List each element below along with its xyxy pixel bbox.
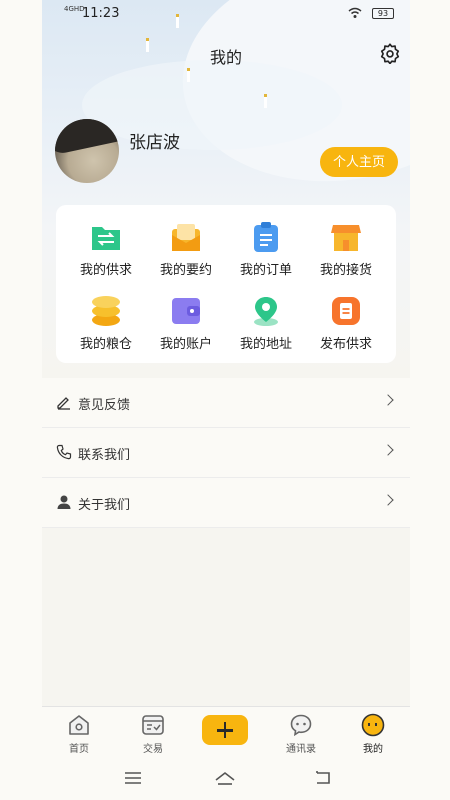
- chevron-right-icon: [382, 394, 394, 406]
- settings-gear-icon[interactable]: [379, 42, 401, 64]
- grid-item-my-granary[interactable]: 我的粮仓: [66, 287, 146, 357]
- list-item-about-us[interactable]: 关于我们: [42, 478, 410, 528]
- list-item-feedback[interactable]: 意见反馈: [42, 378, 410, 428]
- avatar[interactable]: [55, 119, 119, 183]
- tab-contacts[interactable]: 通讯录: [266, 707, 336, 757]
- tab-label: 我的: [363, 744, 383, 755]
- list-item-label: 联系我们: [78, 448, 131, 463]
- list-item-label: 意见反馈: [78, 398, 131, 413]
- tab-label: 交易: [143, 744, 163, 755]
- grid-label: 我的订单: [239, 263, 292, 278]
- feature-grid: 我的供求 我的要约 我的订单 我的接货 我的粮仓 我的账户 我的地址 发布供求: [56, 205, 396, 363]
- grid-label: 我的账户: [159, 337, 212, 352]
- grid-item-my-offers[interactable]: 我的要约: [146, 213, 226, 283]
- right-margin: [410, 0, 450, 800]
- grid-item-my-supply-demand[interactable]: 我的供求: [66, 213, 146, 283]
- grid-label: 我的接货: [319, 263, 372, 278]
- grid-label: 发布供求: [319, 337, 372, 352]
- phone-icon: [56, 444, 72, 460]
- status-time: 11:23: [82, 6, 120, 21]
- tab-trade[interactable]: 交易: [118, 707, 188, 757]
- chat-bubble-icon: [290, 714, 312, 737]
- battery-icon: 93: [372, 8, 394, 19]
- grid-item-my-receipts[interactable]: 我的接货: [306, 213, 386, 283]
- settings-list: 意见反馈 联系我们 关于我们: [42, 378, 410, 528]
- person-icon: [57, 495, 71, 509]
- grid-item-my-orders[interactable]: 我的订单: [226, 213, 306, 283]
- tab-mine[interactable]: 我的: [338, 707, 408, 757]
- tab-label: 首页: [69, 744, 89, 755]
- supply-demand-folder-icon: [92, 227, 120, 250]
- left-margin: [0, 0, 42, 800]
- chevron-right-icon: [382, 494, 394, 506]
- grid-item-my-address[interactable]: 我的地址: [226, 287, 306, 357]
- app-screen: 4GHD 11:23 93 我的 张店波 个人主页 我的供求 我的要约 我的订单…: [42, 0, 410, 800]
- back-arrow-icon[interactable]: [312, 768, 334, 788]
- chevron-right-icon: [382, 444, 394, 456]
- grid-item-my-account[interactable]: 我的账户: [146, 287, 226, 357]
- username: 张店波: [129, 133, 180, 153]
- granary-coins-icon: [92, 296, 120, 326]
- order-clipboard-icon: [254, 222, 278, 252]
- grid-label: 我的供求: [79, 263, 132, 278]
- list-item-contact-us[interactable]: 联系我们: [42, 428, 410, 478]
- home-icon: [69, 715, 89, 735]
- menu-lines-icon[interactable]: [122, 768, 144, 788]
- account-wallet-icon: [172, 298, 200, 324]
- address-pin-icon: [254, 297, 278, 326]
- tab-home[interactable]: 首页: [44, 707, 114, 757]
- receive-shop-icon: [331, 225, 361, 251]
- add-plus-button[interactable]: [202, 715, 248, 745]
- publish-clipboard-icon: [332, 297, 360, 325]
- grid-label: 我的地址: [239, 337, 292, 352]
- list-item-label: 关于我们: [78, 498, 131, 513]
- tab-label: 通讯录: [286, 744, 316, 755]
- status-bar: 4GHD 11:23 93: [42, 6, 410, 24]
- grid-label: 我的粮仓: [79, 337, 132, 352]
- grid-item-publish-supply-demand[interactable]: 发布供求: [306, 287, 386, 357]
- wifi-icon: [348, 7, 362, 18]
- face-icon: [361, 713, 385, 737]
- pencil-icon: [57, 397, 70, 410]
- trade-icon: [142, 715, 164, 735]
- system-navigation-bar: [42, 756, 410, 800]
- personal-homepage-button[interactable]: 个人主页: [320, 147, 398, 177]
- page-title: 我的: [209, 48, 242, 67]
- grid-label: 我的要约: [159, 263, 212, 278]
- home-outline-icon[interactable]: [214, 768, 236, 788]
- offer-envelope-icon: [172, 224, 200, 251]
- bottom-tab-bar: 首页 交易 通讯录 我的: [42, 706, 410, 756]
